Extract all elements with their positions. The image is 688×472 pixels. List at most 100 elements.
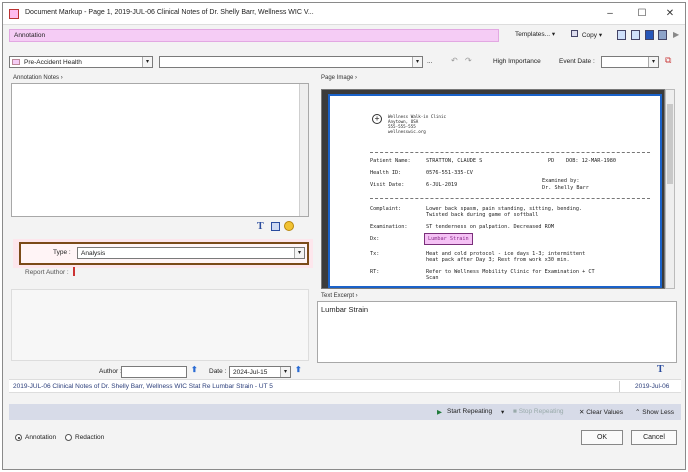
maximize-button[interactable]: ☐ [631,6,653,22]
text-excerpt-label: Text Excerpt › [321,293,358,299]
left-lower-area [11,289,309,361]
type-row-frame: Type : Analysis ▾ [19,242,309,265]
templates-label: Templates... [515,31,551,38]
author-label: Author : [99,368,122,375]
text-format-icon[interactable]: T [257,221,264,232]
text-format-icon[interactable]: T [657,364,664,375]
date-up-arrow-icon[interactable]: ⬆ [295,365,302,374]
calendar-icon[interactable]: ⧉ [665,55,671,66]
clinic-logo-icon: + [372,114,382,124]
annotation-bar[interactable]: Annotation [9,29,499,42]
document-icon[interactable] [658,30,667,40]
cancel-button[interactable]: Cancel [631,430,677,445]
copy-icon [571,30,578,37]
chevron-down-icon: ▾ [598,32,603,39]
rt-label: RT: [370,269,380,275]
clear-values-button[interactable]: ✕ Clear Values [579,408,623,416]
notes-scrollbar[interactable] [299,84,308,216]
templates-button[interactable]: Templates... ▾ [515,30,555,38]
complaint-label: Complaint: [370,206,402,212]
dx-highlighted-value[interactable]: Lumbar Strain [424,233,473,245]
annotation-radio[interactable] [15,434,22,441]
page-image-scrollbar[interactable] [665,89,675,289]
chevron-down-icon: ▾ [412,57,422,67]
text-excerpt-field[interactable]: Lumbar Strain [317,301,677,363]
category-color-swatch [12,59,20,65]
date-field[interactable]: 2024-Jul-15 ▾ [229,366,291,378]
examination-label: Examination: [370,224,408,230]
chevron-down-icon: ▾ [142,57,152,67]
type-label: Type : [53,249,71,256]
copy-button[interactable]: Copy ▾ [571,30,602,39]
date-value: 2024-Jul-15 [233,368,268,376]
annotation-notes-textarea[interactable] [11,83,309,217]
clinic-line-4: wellnesswic.org [388,129,426,134]
patient-name-label: Patient Name: [370,158,411,164]
examination-value: ST tenderness on palpation. Decreased RO… [426,224,555,230]
date-label: Date : [209,368,227,375]
author-field[interactable] [121,366,187,378]
category-select[interactable]: Pre-Accident Health ▾ [9,56,153,68]
app-icon [9,9,19,19]
annotation-notes-label: Annotation Notes › [13,75,63,81]
play-icon: ▶ [437,409,442,416]
report-author-field[interactable] [73,267,75,276]
document-page: + Wellness Walk-in Clinic Anytown, USA 5… [328,94,662,288]
category-value: Pre-Accident Health [24,58,82,66]
event-date-field[interactable]: ▾ [601,56,659,68]
type-select[interactable]: Analysis ▾ [77,247,305,259]
doctor-name: Dr. Shelly Barr [542,185,589,191]
dx-label: Dx: [370,236,380,242]
show-less-button[interactable]: ⌃ Show Less [635,408,674,416]
pd-label: PD [548,158,555,164]
table-icon[interactable] [271,222,280,231]
description-select[interactable]: ▾ [159,56,423,68]
annotation-radio-label[interactable]: Annotation [25,434,56,441]
patient-name-value: STRATTON, CLAUDE S [426,158,483,164]
tx-label: Tx: [370,251,380,257]
complaint-line-2: Twisted back during game of softball [426,212,539,218]
rt-line-2: Scan [426,275,439,281]
window-title: Document Markup - Page 1, 2019-JUL-06 Cl… [25,9,314,16]
chevron-down-icon: ▾ [294,248,304,258]
chevron-down-icon[interactable]: ▾ [501,408,504,416]
health-id-value: 0576-551-335-CV [426,170,473,176]
scrollbar-thumb[interactable] [667,104,673,184]
annotation-bar-label: Annotation [14,32,46,39]
divider [370,152,650,153]
tx-line-2: heat pack after Day 3; Rest from work x3… [426,257,570,263]
undo-icon[interactable]: ↶ [451,56,458,65]
report-author-label: Report Author : [25,269,69,276]
dob-value: DOB: 12-MAR-1980 [566,158,616,164]
pages-icon[interactable] [617,30,626,40]
browse-ellipsis-button[interactable]: ... [427,58,432,65]
visit-date-label: Visit Date: [370,182,405,188]
redaction-radio[interactable] [65,434,72,441]
event-date-label: Event Date : [559,58,595,65]
page-image-viewer[interactable]: + Wellness Walk-in Clinic Anytown, USA 5… [321,89,665,289]
stop-repeating-button: ■ Stop Repeating [513,408,564,415]
author-up-arrow-icon[interactable]: ⬆ [191,365,198,374]
visit-date-value: 6-JUL-2019 [426,182,458,188]
status-date: 2019-Jul-06 [635,383,670,390]
smiley-icon[interactable] [284,221,294,231]
health-id-label: Health ID: [370,170,402,176]
redo-icon[interactable]: ↷ [465,56,472,65]
status-document-title: 2019-JUL-06 Clinical Notes of Dr. Shelly… [13,383,273,390]
info-icon[interactable] [645,30,654,40]
close-button[interactable]: ✕ [659,6,681,22]
chevron-down-icon: ▾ [648,57,658,67]
clipboard-icon[interactable] [631,30,640,40]
start-repeating-button[interactable]: Start Repeating [447,408,492,415]
high-importance-toggle[interactable]: High Importance [493,58,541,65]
divider [370,198,650,199]
page-image-label: Page Image › [321,75,358,81]
status-divider [619,381,620,392]
redaction-radio-label[interactable]: Redaction [75,434,104,441]
minimize-button[interactable]: – [599,6,621,22]
text-excerpt-value: Lumbar Strain [321,305,369,314]
play-icon[interactable]: ▶ [673,30,679,39]
type-value: Analysis [81,249,106,257]
ok-button[interactable]: OK [581,430,623,445]
action-bar: ▶ Start Repeating ▾ ■ Stop Repeating ✕ C… [9,404,681,420]
